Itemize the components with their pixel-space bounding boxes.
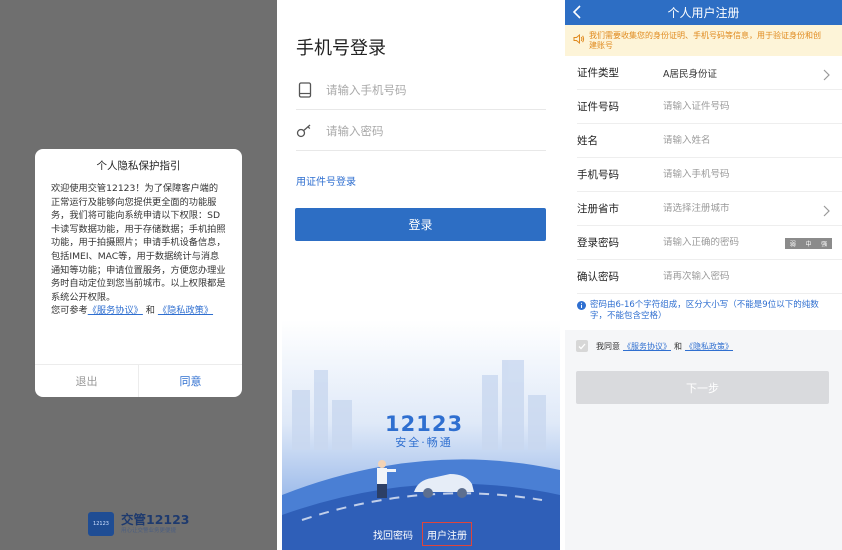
cert-type-row[interactable]: 证件类型 A居民身份证 (577, 56, 842, 90)
app-logo: 12123 (88, 512, 114, 536)
cert-type-label: 证件类型 (577, 67, 619, 79)
phone-row: 手机号码 (577, 158, 842, 192)
screenshot: 个人隐私保护指引 欢迎使用交管12123！为了保障客户端的正常运行及能够向您提供… (0, 0, 842, 550)
login-password-row: 登录密码 弱 中 强 (577, 226, 842, 260)
slogan-number: 12123 (385, 412, 464, 436)
cert-number-input[interactable] (663, 101, 813, 112)
cert-number-label: 证件号码 (577, 101, 619, 113)
city-row[interactable]: 注册省市 (577, 192, 842, 226)
agree-prefix: 我同意 (596, 341, 620, 351)
strength-weak: 弱 (789, 241, 796, 248)
privacy-policy-link[interactable]: 《隐私政策》 (158, 305, 213, 316)
password-input[interactable] (326, 123, 526, 138)
brand-name: 交管12123 (121, 512, 190, 527)
notice-bar: 我们需要收集您的身份证明、手机号码等信息，用于验证身份和创建账号 (565, 25, 842, 56)
slogan: 12123 安全·畅通 (385, 412, 463, 450)
dialog-title: 个人隐私保护指引 (96, 160, 181, 172)
brand-subtitle: 用心让交警业务更便捷 (121, 528, 177, 534)
nav-bar: 个人用户注册 (565, 0, 842, 25)
strength-strong: 强 (821, 241, 828, 248)
password-hint: 密码由6-16个字符组成，区分大小写（不能是9位以下的纯数字，不能包含空格） (565, 294, 842, 327)
confirm-password-row: 确认密码 (577, 260, 842, 294)
confirm-password-input[interactable] (663, 271, 813, 282)
speaker-icon (573, 33, 585, 47)
logo-text: 12123 (93, 521, 109, 527)
register-screen: 个人用户注册 我们需要收集您的身份证明、手机号码等信息，用于验证身份和创建账号 … (565, 0, 842, 550)
city-select[interactable] (663, 203, 813, 214)
service-agreement-link[interactable]: 《服务协议》 (88, 305, 143, 316)
login-title: 手机号登录 (296, 38, 386, 59)
login-button[interactable]: 登录 (295, 208, 546, 241)
brand-text: 交管12123 用心让交警业务更便捷 (121, 513, 190, 535)
reg-phone-input[interactable] (663, 169, 813, 180)
name-row: 姓名 (577, 124, 842, 158)
strength-medium: 中 (805, 241, 812, 248)
page-title: 个人用户注册 (667, 6, 740, 20)
key-icon (296, 122, 314, 140)
agree-button[interactable]: 同意 (139, 365, 242, 397)
confirm-password-label: 确认密码 (577, 271, 619, 283)
refer-prefix: 您可参考 (51, 305, 88, 317)
info-icon (577, 301, 586, 327)
phone-field (296, 70, 546, 110)
dialog-buttons: 退出 同意 (35, 364, 242, 397)
service-agreement-link[interactable]: 《服务协议》 (623, 341, 671, 352)
chevron-right-icon (823, 202, 830, 221)
password-hint-text: 密码由6-16个字符组成，区分大小写（不能是9位以下的纯数字，不能包含空格） (590, 300, 819, 321)
register-link[interactable]: 用户注册 (422, 522, 472, 546)
agree-checkbox[interactable] (576, 340, 588, 352)
dialog-body: 欢迎使用交管12123！为了保障客户端的正常运行及能够向您提供更全面的功能服务，… (35, 176, 242, 318)
phone-icon (296, 81, 314, 99)
and-text: 和 (674, 341, 682, 351)
cert-login-link[interactable]: 用证件号登录 (296, 173, 356, 188)
back-icon[interactable] (572, 5, 582, 22)
forgot-password-link[interactable]: 找回密码 (373, 527, 413, 542)
phone-label: 手机号码 (577, 169, 619, 181)
notice-text: 我们需要收集您的身份证明、手机号码等信息，用于验证身份和创建账号 (589, 30, 821, 50)
login-screen: 手机号登录 用证件号登录 登录 (282, 0, 560, 550)
privacy-dialog: 个人隐私保护指引 欢迎使用交管12123！为了保障客户端的正常运行及能够向您提供… (35, 149, 242, 397)
agreement-line: 我同意 《服务协议》 和 《隐私政策》 (576, 340, 736, 352)
password-strength-meter: 弱 中 强 (785, 238, 832, 249)
agreement-area: 我同意 《服务协议》 和 《隐私政策》 下一步 (565, 330, 842, 550)
chevron-right-icon (823, 66, 830, 85)
privacy-text: 欢迎使用交管12123！为了保障客户端的正常运行及能够向您提供更全面的功能服务，… (51, 183, 226, 303)
privacy-policy-link[interactable]: 《隐私政策》 (685, 341, 733, 352)
password-field (296, 111, 546, 151)
exit-button[interactable]: 退出 (35, 365, 139, 397)
city-label: 注册省市 (577, 203, 619, 215)
login-password-label: 登录密码 (577, 237, 619, 249)
phone-input[interactable] (326, 82, 526, 97)
and-text: 和 (145, 305, 155, 317)
name-input[interactable] (663, 135, 813, 146)
app-brand: 12123 交管12123 用心让交警业务更便捷 (88, 512, 190, 536)
cert-number-row: 证件号码 (577, 90, 842, 124)
cert-type-value: A居民身份证 (663, 68, 717, 80)
slogan-subtitle: 安全·畅通 (395, 436, 453, 449)
privacy-screen: 个人隐私保护指引 欢迎使用交管12123！为了保障客户端的正常运行及能够向您提供… (0, 0, 277, 550)
name-label: 姓名 (577, 135, 598, 147)
next-button[interactable]: 下一步 (576, 371, 829, 404)
